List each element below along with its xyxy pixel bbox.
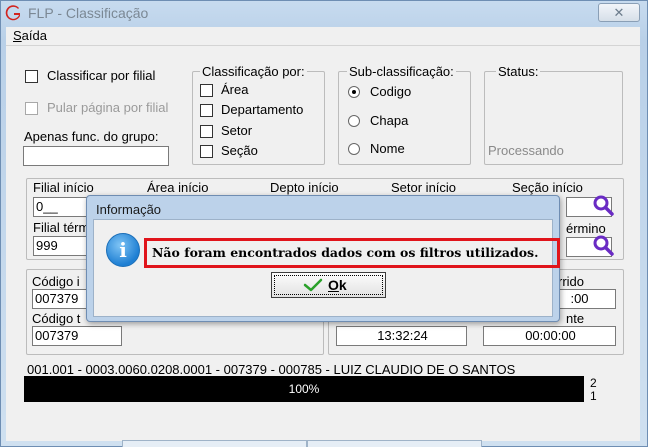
- progress-bar: 100%: [24, 376, 584, 402]
- menu-item-saida[interactable]: Saída: [13, 28, 47, 43]
- setor-label: Setor: [221, 123, 253, 138]
- classificar-por-filial-checkbox[interactable]: [25, 70, 38, 83]
- info-icon: i: [106, 233, 140, 267]
- checkmark-icon: [303, 278, 323, 292]
- pular-pagina-checkbox[interactable]: [25, 102, 38, 115]
- departamento-checkbox[interactable]: [200, 104, 213, 117]
- menu-bar: Saída: [6, 27, 640, 45]
- status-value: Processando: [488, 143, 564, 158]
- secao-checkbox[interactable]: [200, 145, 213, 158]
- progress-status-line: 001.001 - 0003.0060.0208.0001 - 007379 -…: [27, 362, 516, 377]
- setor-inicio-label: Setor início: [391, 180, 457, 195]
- sub-classificacao-group-title: Sub-classificação:: [347, 64, 456, 79]
- window-title: FLP - Classificação: [28, 5, 149, 21]
- depto-inicio-label: Depto início: [270, 180, 339, 195]
- departamento-label: Departamento: [221, 102, 304, 117]
- apenas-func-grupo-input[interactable]: [23, 146, 169, 166]
- counter-a: 2: [590, 376, 597, 390]
- secao-inicio-label: Seção início: [512, 180, 583, 195]
- apenas-func-grupo-label: Apenas func. do grupo:: [24, 129, 159, 144]
- setor-checkbox[interactable]: [200, 125, 213, 138]
- progress-percent-text: 100%: [288, 382, 320, 396]
- tempo-restante-label: nte: [566, 311, 585, 326]
- close-button[interactable]: ✕: [598, 3, 640, 22]
- app-logo-icon: [5, 5, 21, 21]
- pular-pagina-label: Pular página por filial: [47, 100, 169, 115]
- status-group-title: Status:: [496, 64, 541, 79]
- ok-button-label: Ok: [328, 277, 347, 293]
- info-dialog: Informação i Não foram encontrados dados…: [86, 195, 560, 322]
- dialog-title: Informação: [96, 202, 162, 217]
- bottom-tab-1[interactable]: [122, 440, 307, 447]
- chapa-label: Chapa: [370, 113, 409, 128]
- codigo-termino-input[interactable]: 007379: [32, 326, 122, 346]
- dialog-body: i Não foram encontrados dados com os fil…: [93, 219, 560, 317]
- codigo-radio[interactable]: [348, 86, 360, 98]
- dialog-message: Não foram encontrados dados com os filtr…: [152, 245, 539, 260]
- tempo-decorrido-label: rrido: [558, 274, 585, 289]
- nome-radio[interactable]: [348, 143, 360, 155]
- hora-field: 13:32:24: [336, 326, 467, 346]
- filial-inicio-input[interactable]: 0__: [33, 197, 93, 217]
- area-checkbox[interactable]: [200, 84, 213, 97]
- secao-label: Seção: [221, 143, 258, 158]
- filial-inicio-label: Filial início: [33, 180, 94, 195]
- area-label: Área: [221, 82, 249, 97]
- filial-termino-input[interactable]: 999: [33, 236, 93, 256]
- search-secao-inicio-icon[interactable]: [592, 194, 614, 216]
- codigo-termino-label: Código t: [32, 311, 81, 326]
- filial-termino-label: Filial térm: [33, 220, 90, 235]
- search-secao-termino-icon[interactable]: [592, 234, 614, 256]
- codigo-inicio-label: Código i: [32, 274, 80, 289]
- counter-b: 1: [590, 389, 597, 403]
- title-bar[interactable]: FLP - Classificação ✕: [0, 0, 648, 26]
- classificacao-group-title: Classificação por:: [200, 64, 307, 79]
- nome-label: Nome: [370, 141, 405, 156]
- codigo-label: Codigo: [370, 84, 412, 99]
- area-inicio-label: Área início: [147, 180, 209, 195]
- ok-button[interactable]: Ok: [271, 272, 386, 298]
- classificar-por-filial-label: Classificar por filial: [47, 68, 156, 83]
- bottom-tab-2[interactable]: [307, 440, 482, 447]
- tempo-restante-field: 00:00:00: [483, 326, 616, 346]
- chapa-radio[interactable]: [348, 115, 360, 127]
- message-highlight-box: Não foram encontrados dados com os filtr…: [144, 238, 560, 268]
